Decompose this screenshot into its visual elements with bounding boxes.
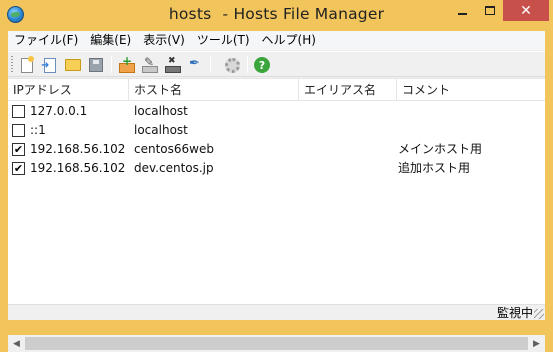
- row-checkbox[interactable]: [12, 105, 25, 118]
- open-folder-icon: [65, 59, 81, 71]
- table-row[interactable]: 192.168.56.102 centos66web メインホスト用: [8, 140, 545, 159]
- toolbar: ?: [8, 51, 545, 77]
- edit-entry-icon: [141, 55, 158, 73]
- close-button[interactable]: ✕: [503, 0, 549, 21]
- column-header-ip[interactable]: IPアドレス: [8, 79, 129, 101]
- menu-tools[interactable]: ツール(T): [191, 31, 256, 50]
- settings-button[interactable]: [222, 55, 242, 75]
- cell-hostname: localhost: [134, 123, 188, 137]
- cell-comment: メインホスト用: [398, 142, 483, 156]
- toolbar-grip[interactable]: [11, 56, 13, 73]
- delete-entry-button[interactable]: [162, 55, 182, 75]
- cell-ip: 192.168.56.102: [30, 161, 126, 175]
- cell-comment: 追加ホスト用: [398, 161, 471, 175]
- menu-help[interactable]: ヘルプ(H): [256, 31, 322, 50]
- scroll-right-icon[interactable]: ▶: [528, 335, 545, 352]
- import-icon: [41, 57, 56, 73]
- row-checkbox[interactable]: [12, 124, 25, 137]
- scrollbar-thumb[interactable]: [25, 337, 528, 350]
- new-button[interactable]: [17, 55, 37, 75]
- main-window: hosts - Hosts File Manager ✕ ファイル(F) 編集(…: [0, 0, 553, 352]
- toolbar-separator: [210, 56, 211, 73]
- toolbar-separator: [111, 56, 112, 73]
- close-icon: ✕: [520, 2, 532, 19]
- row-checkbox[interactable]: [12, 143, 25, 156]
- new-file-icon: [21, 55, 34, 73]
- save-button[interactable]: [86, 55, 106, 75]
- save-icon: [89, 58, 103, 72]
- edit-pen-button[interactable]: [185, 55, 205, 75]
- cell-hostname: dev.centos.jp: [134, 161, 214, 175]
- row-checkbox[interactable]: [12, 162, 25, 175]
- title-app-name: - Hosts File Manager: [222, 5, 385, 23]
- add-entry-icon: [118, 54, 135, 73]
- menu-file[interactable]: ファイル(F): [8, 31, 84, 50]
- open-button[interactable]: [63, 55, 83, 75]
- add-entry-button[interactable]: [116, 54, 136, 75]
- title-bar[interactable]: hosts - Hosts File Manager ✕: [0, 0, 553, 31]
- hosts-list[interactable]: IPアドレス ホスト名 エイリアス名 コメント 127.0.0.1 localh…: [8, 78, 545, 352]
- column-header-hostname[interactable]: ホスト名: [129, 79, 299, 101]
- column-header-alias[interactable]: エイリアス名: [299, 79, 397, 101]
- help-icon: ?: [254, 57, 270, 73]
- horizontal-scrollbar[interactable]: ◀ ▶: [8, 335, 545, 352]
- scroll-left-icon[interactable]: ◀: [8, 335, 25, 352]
- import-button[interactable]: [40, 55, 60, 75]
- table-row[interactable]: 127.0.0.1 localhost: [8, 102, 545, 121]
- cell-hostname: localhost: [134, 104, 188, 118]
- resize-grip[interactable]: [534, 309, 544, 319]
- cell-ip: ::1: [30, 123, 46, 137]
- cell-ip: 127.0.0.1: [30, 104, 88, 118]
- toolbar-separator: [247, 56, 248, 73]
- menu-bar: ファイル(F) 編集(E) 表示(V) ツール(T) ヘルプ(H): [8, 31, 545, 50]
- list-header: IPアドレス ホスト名 エイリアス名 コメント: [8, 79, 545, 101]
- maximize-icon: [485, 6, 495, 15]
- status-text: 監視中: [496, 306, 533, 320]
- cell-hostname: centos66web: [134, 142, 214, 156]
- minimize-icon: [458, 12, 467, 15]
- edit-entry-button[interactable]: [139, 55, 159, 75]
- title-file-name: hosts: [168, 5, 212, 23]
- settings-gear-icon: [224, 57, 240, 73]
- delete-entry-icon: [164, 56, 181, 73]
- client-area: ファイル(F) 編集(E) 表示(V) ツール(T) ヘルプ(H) ? IPアド…: [8, 31, 545, 352]
- table-row[interactable]: 192.168.56.102 dev.centos.jp 追加ホスト用: [8, 159, 545, 178]
- table-row[interactable]: ::1 localhost: [8, 121, 545, 140]
- minimize-button[interactable]: [449, 0, 476, 21]
- cell-ip: 192.168.56.102: [30, 142, 126, 156]
- status-bar: 監視中: [8, 304, 545, 320]
- column-header-comment[interactable]: コメント: [397, 79, 545, 101]
- help-button[interactable]: ?: [252, 55, 272, 75]
- edit-pen-icon: [188, 56, 202, 73]
- maximize-button[interactable]: [477, 0, 503, 21]
- menu-edit[interactable]: 編集(E): [84, 31, 137, 50]
- menu-view[interactable]: 表示(V): [137, 31, 191, 50]
